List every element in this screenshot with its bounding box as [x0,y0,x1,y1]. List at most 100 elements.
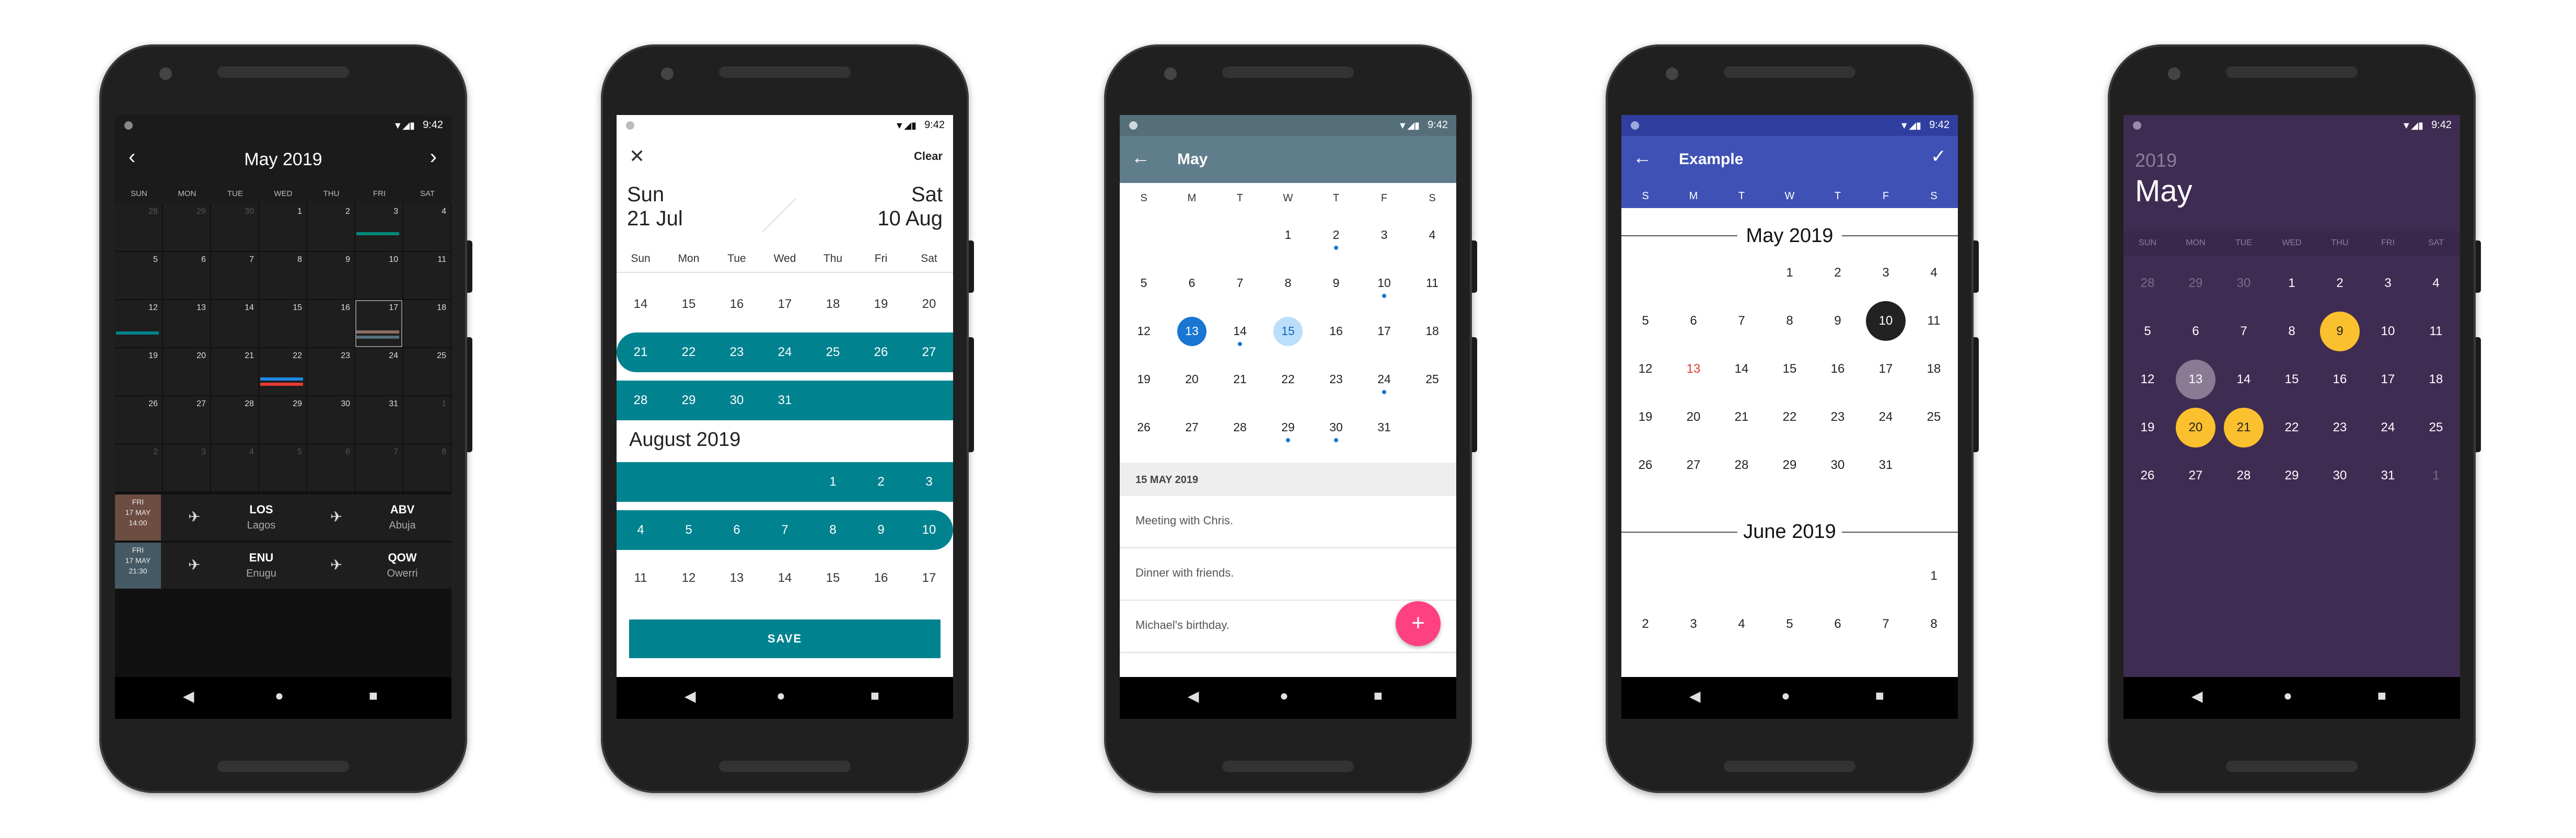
day-cell[interactable]: 3 [1862,266,1910,280]
day-cell[interactable]: 27 [1168,420,1216,434]
day-cell[interactable]: 7 [211,252,258,299]
day-cell[interactable]: 16 [1814,362,1862,376]
day-cell[interactable]: 30 [1814,458,1862,473]
day-cell[interactable]: 21 [211,348,258,395]
day-cell[interactable]: 9 [1814,314,1862,328]
day-cell[interactable]: 27 [1669,458,1718,473]
day-cell[interactable]: 22 [259,348,306,395]
day-cell[interactable]: 1 [809,475,857,489]
day-cell[interactable]: 19 [1120,372,1168,386]
day-cell[interactable]: 13 [1168,324,1216,338]
home-icon[interactable]: ● [1781,687,1790,704]
day-cell[interactable]: 31 [761,393,809,408]
day-cell[interactable]: 5 [259,444,306,491]
day-cell[interactable]: 4 [403,204,450,251]
day-cell[interactable]: 12 [115,300,162,347]
day-cell[interactable]: 17 [1360,324,1408,338]
day-cell[interactable]: 7 [355,444,402,491]
day-cell[interactable]: 22 [2268,420,2316,435]
day-cell[interactable]: 24 [1862,410,1910,424]
day-cell[interactable]: 24 [2364,420,2412,435]
day-cell[interactable]: 6 [1814,617,1862,632]
day-cell[interactable]: 29 [1264,420,1312,434]
day-cell[interactable]: 12 [665,571,713,586]
day-cell[interactable]: 14 [617,297,665,312]
day-cell[interactable]: 19 [1621,410,1669,424]
day-cell[interactable]: 31 [2364,468,2412,483]
day-cell[interactable]: 29 [665,393,713,408]
check-icon[interactable]: ✓ [1931,145,1946,167]
day-cell[interactable]: 17 [2364,372,2412,387]
day-cell[interactable]: 28 [2220,468,2268,483]
day-cell[interactable]: 20 [905,297,953,312]
day-cell[interactable]: 20 [2172,420,2220,435]
day-cell[interactable]: 5 [1766,617,1814,632]
day-cell[interactable]: 20 [163,348,210,395]
day-cell[interactable]: 3 [905,475,953,489]
day-cell[interactable]: 12 [2124,372,2172,387]
arrow-back-icon[interactable]: ← [1633,146,1652,168]
day-cell[interactable]: 3 [1669,617,1718,632]
day-cell[interactable]: 10 [355,252,402,299]
day-cell[interactable]: 15 [2268,372,2316,387]
day-cell[interactable]: 28 [1718,458,1766,473]
day-cell[interactable]: 22 [1766,410,1814,424]
day-cell[interactable]: 2 [1621,617,1669,632]
day-cell[interactable]: 14 [1216,324,1264,338]
day-cell[interactable]: 26 [1120,420,1168,434]
day-cell[interactable]: 2 [307,204,354,251]
day-cell[interactable]: 28 [2124,276,2172,291]
close-icon[interactable]: ✕ [629,145,645,167]
day-cell[interactable]: 2 [1814,266,1862,280]
day-cell[interactable]: 8 [1910,617,1958,632]
day-cell[interactable]: 21 [1216,372,1264,386]
back-icon[interactable]: ◀ [1689,687,1701,705]
day-cell[interactable]: 16 [1312,324,1360,338]
chevron-right-icon[interactable]: › [430,145,437,169]
save-button[interactable]: SAVE [629,619,941,658]
event-item[interactable]: Meeting with Chris. [1120,496,1456,548]
day-cell[interactable]: 6 [307,444,354,491]
day-cell[interactable]: 8 [1766,314,1814,328]
day-cell[interactable]: 5 [115,252,162,299]
flight-row[interactable]: FRI 17 MAY 14:00 ✈ LOS Lagos ✈ ABV Abuja [115,495,451,541]
day-cell[interactable]: 19 [857,297,905,312]
day-cell[interactable]: 24 [355,348,402,395]
day-cell[interactable]: 10 [2364,324,2412,339]
day-cell[interactable]: 12 [1621,362,1669,376]
day-cell[interactable]: 30 [1312,420,1360,434]
day-cell[interactable]: 25 [2412,420,2460,435]
day-cell[interactable]: 16 [307,300,354,347]
day-cell[interactable]: 18 [1408,324,1456,338]
day-cell[interactable]: 18 [2412,372,2460,387]
day-cell[interactable]: 30 [2220,276,2268,291]
day-cell[interactable]: 13 [2172,372,2220,387]
day-cell[interactable]: 22 [1264,372,1312,386]
day-cell[interactable]: 25 [403,348,450,395]
home-icon[interactable]: ● [2283,687,2292,704]
day-cell[interactable]: 29 [2268,468,2316,483]
recents-icon[interactable]: ■ [369,687,378,704]
day-cell[interactable]: 14 [761,571,809,586]
day-cell[interactable]: 14 [1718,362,1766,376]
day-cell[interactable]: 9 [307,252,354,299]
day-cell[interactable]: 5 [665,523,713,537]
day-cell[interactable]: 13 [713,571,761,586]
day-cell[interactable]: 25 [1910,410,1958,424]
day-cell[interactable]: 1 [403,396,450,443]
day-cell[interactable]: 6 [1168,276,1216,290]
day-cell[interactable]: 16 [857,571,905,586]
day-cell[interactable]: 30 [2316,468,2364,483]
day-cell[interactable]: 11 [2412,324,2460,339]
day-cell[interactable]: 28 [1216,420,1264,434]
day-cell[interactable]: 28 [617,393,665,408]
day-cell[interactable]: 16 [2316,372,2364,387]
home-icon[interactable]: ● [275,687,284,704]
day-cell[interactable]: 8 [809,523,857,537]
day-cell[interactable]: 7 [1718,314,1766,328]
day-cell[interactable]: 9 [1312,276,1360,290]
flight-row[interactable]: FRI 17 MAY 21:30 ✈ ENU Enugu ✈ QOW Owerri [115,543,451,589]
day-cell[interactable]: 1 [1766,266,1814,280]
event-item[interactable]: Dinner with friends. [1120,548,1456,601]
day-cell[interactable]: 30 [713,393,761,408]
